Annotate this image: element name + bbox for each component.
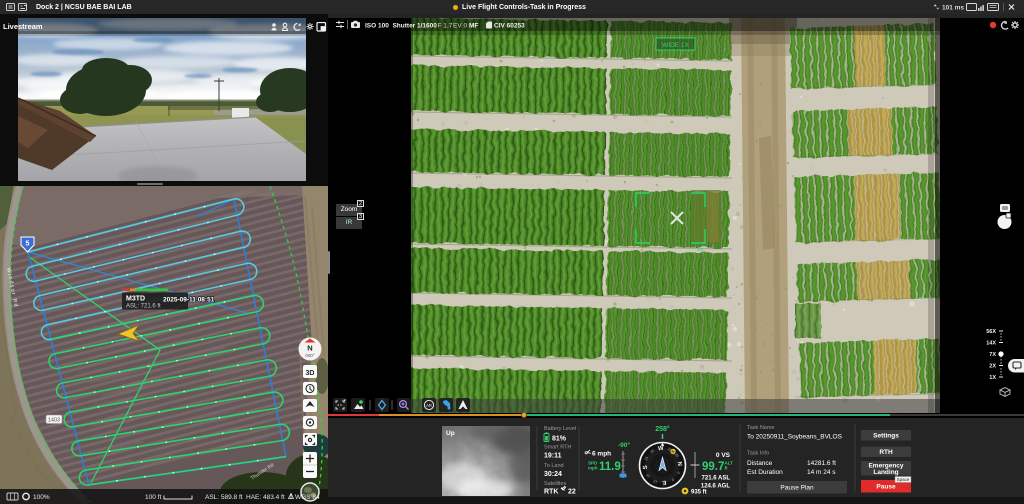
svg-text:11.9: 11.9 [599,461,621,473]
svg-text:19:11: 19:11 [544,453,562,460]
svg-text:E: E [662,479,667,485]
svg-text:Up: Up [446,430,455,437]
svg-text:ASL: 721.6 ft: ASL: 721.6 ft [126,304,161,310]
svg-text:WIDE 1X: WIDE 1X [662,42,689,49]
svg-text:101 ms: 101 ms [942,5,964,12]
svg-text:81%: 81% [552,436,567,443]
svg-text:14 m 24 s: 14 m 24 s [807,469,836,476]
svg-text:CIV 60253: CIV 60253 [494,23,525,30]
svg-text:1x: 1x [697,247,703,253]
svg-text:100%: 100% [33,494,50,501]
svg-text:1X: 1X [989,375,996,381]
svg-text:22: 22 [568,489,576,496]
svg-text:ASL: 589.8 ft: ASL: 589.8 ft [205,494,243,501]
svg-text:RTK: RTK [544,489,558,496]
svg-text:Satellites: Satellites [544,481,567,487]
svg-text:To Land: To Land [544,463,564,469]
svg-text:ft: ft [725,466,728,471]
svg-text:721.6 ASL: 721.6 ASL [702,476,731,482]
svg-text:258°: 258° [655,425,670,433]
svg-text:WGS 84: WGS 84 [295,494,320,501]
svg-text:100 ft: 100 ft [145,494,161,501]
svg-text:935 ft: 935 ft [691,490,707,496]
svg-text:7X: 7X [989,352,996,358]
svg-text:Landing: Landing [873,469,898,476]
svg-text:Est Duration: Est Duration [747,469,783,476]
svg-text:N: N [676,461,682,466]
svg-text:Pause: Pause [876,484,896,491]
svg-text:0 VS: 0 VS [716,452,731,459]
svg-text:Task Name: Task Name [747,425,775,431]
svg-text:To 20250911_Soybeans_BVLOS: To 20250911_Soybeans_BVLOS [747,434,843,441]
svg-text:000°: 000° [305,353,315,358]
svg-text:99.7: 99.7 [702,461,724,473]
svg-text:-90°: -90° [618,441,630,449]
svg-text:M3TD: M3TD [126,296,145,303]
svg-text:RTH: RTH [879,449,893,456]
svg-text:ISO 100 Shutter 1/1600: ISO 100 Shutter 1/1600 [365,23,437,30]
svg-text:Battery Level: Battery Level [544,426,576,432]
svg-text:Distance: Distance [747,460,773,467]
svg-text:N: N [307,344,312,353]
svg-text:30:24: 30:24 [544,471,562,478]
svg-text:Settings: Settings [873,433,899,440]
svg-text:3D: 3D [306,370,315,377]
svg-text:124.6 AGL: 124.6 AGL [701,484,730,490]
svg-text:W: W [658,446,665,453]
svg-text:EV 0: EV 0 [453,23,467,30]
svg-text:S: S [643,465,649,470]
svg-text:56X: 56X [986,329,996,335]
svg-text:14281.6 ft: 14281.6 ft [807,460,836,467]
svg-text:HAE: 483.4 ft: HAE: 483.4 ft [246,494,285,501]
svg-text:mph: mph [588,466,598,471]
svg-text:1403: 1403 [48,418,60,424]
svg-text:6 mph: 6 mph [592,451,611,458]
svg-text:AR: AR [426,403,432,408]
svg-text:5: 5 [26,241,30,248]
svg-text:Space: Space [897,477,910,482]
svg-text:Smart RTH: Smart RTH [544,445,571,451]
svg-text:MF: MF [469,23,478,30]
svg-text:2025-09-11 08:51: 2025-09-11 08:51 [163,297,215,304]
svg-text:F 1.7: F 1.7 [438,23,453,30]
svg-text:Pause Plan: Pause Plan [780,485,814,492]
svg-text:2X: 2X [989,364,996,370]
svg-text:Task Info: Task Info [747,451,769,457]
svg-text:14X: 14X [986,341,996,347]
